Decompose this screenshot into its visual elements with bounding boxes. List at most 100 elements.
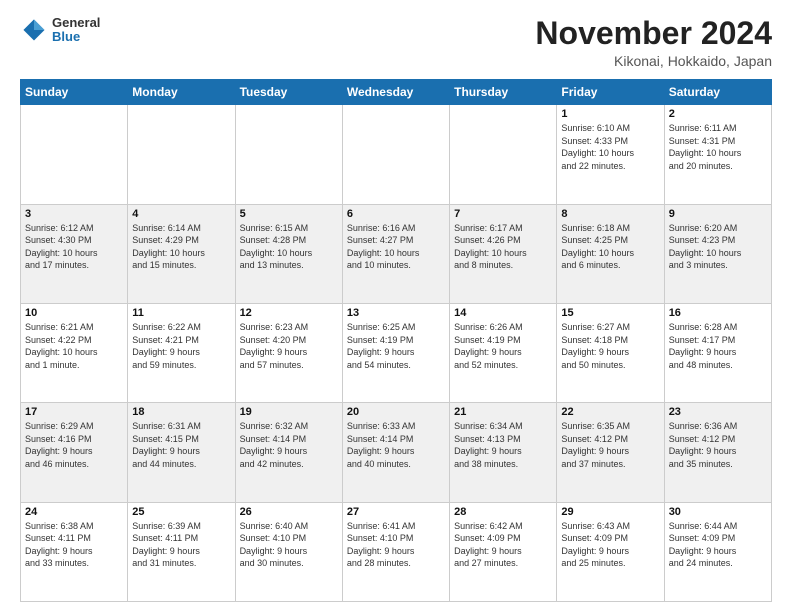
day-info: Sunrise: 6:11 AM Sunset: 4:31 PM Dayligh…: [669, 122, 767, 172]
day-info: Sunrise: 6:43 AM Sunset: 4:09 PM Dayligh…: [561, 520, 659, 570]
col-tuesday: Tuesday: [235, 80, 342, 105]
col-wednesday: Wednesday: [342, 80, 449, 105]
day-info: Sunrise: 6:32 AM Sunset: 4:14 PM Dayligh…: [240, 420, 338, 470]
day-number: 25: [132, 506, 230, 518]
day-number: 28: [454, 506, 552, 518]
day-info: Sunrise: 6:34 AM Sunset: 4:13 PM Dayligh…: [454, 420, 552, 470]
logo-icon: [20, 16, 48, 44]
day-number: 24: [25, 506, 123, 518]
day-info: Sunrise: 6:18 AM Sunset: 4:25 PM Dayligh…: [561, 222, 659, 272]
day-number: 29: [561, 506, 659, 518]
day-info: Sunrise: 6:25 AM Sunset: 4:19 PM Dayligh…: [347, 321, 445, 371]
logo-blue: Blue: [52, 30, 100, 44]
calendar-cell-w5-d7: 30 Sunrise: 6:44 AM Sunset: 4:09 PM Dayli…: [664, 502, 771, 601]
day-number: 30: [669, 506, 767, 518]
day-info: Sunrise: 6:21 AM Sunset: 4:22 PM Dayligh…: [25, 321, 123, 371]
day-number: 7: [454, 208, 552, 220]
day-info: Sunrise: 6:15 AM Sunset: 4:28 PM Dayligh…: [240, 222, 338, 272]
day-number: 18: [132, 406, 230, 418]
col-saturday: Saturday: [664, 80, 771, 105]
day-info: Sunrise: 6:44 AM Sunset: 4:09 PM Dayligh…: [669, 520, 767, 570]
day-info: Sunrise: 6:17 AM Sunset: 4:26 PM Dayligh…: [454, 222, 552, 272]
day-info: Sunrise: 6:14 AM Sunset: 4:29 PM Dayligh…: [132, 222, 230, 272]
calendar-cell-w3-d5: 14 Sunrise: 6:26 AM Sunset: 4:19 PM Dayli…: [450, 303, 557, 402]
col-sunday: Sunday: [21, 80, 128, 105]
calendar-cell-w3-d4: 13Sunrise: 6:25 AM Sunset: 4:19 PM Dayli…: [342, 303, 449, 402]
calendar-cell-w3-d3: 12 Sunrise: 6:23 AM Sunset: 4:20 PM Dayli…: [235, 303, 342, 402]
day-info: Sunrise: 6:27 AM Sunset: 4:18 PM Dayligh…: [561, 321, 659, 371]
day-info: Sunrise: 6:16 AM Sunset: 4:27 PM Dayligh…: [347, 222, 445, 272]
logo: General Blue: [20, 16, 100, 45]
day-number: 11: [132, 307, 230, 319]
calendar-cell-w1-d1: [21, 105, 128, 204]
calendar-week-1: 1Sunrise: 6:10 AM Sunset: 4:33 PM Daylig…: [21, 105, 772, 204]
day-number: 9: [669, 208, 767, 220]
calendar-week-5: 24 Sunrise: 6:38 AM Sunset: 4:11 PM Dayli…: [21, 502, 772, 601]
calendar-cell-w4-d6: 22 Sunrise: 6:35 AM Sunset: 4:12 PM Dayli…: [557, 403, 664, 502]
calendar-cell-w1-d5: [450, 105, 557, 204]
month-title: November 2024: [535, 16, 772, 51]
calendar-cell-w5-d1: 24 Sunrise: 6:38 AM Sunset: 4:11 PM Dayli…: [21, 502, 128, 601]
day-number: 10: [25, 307, 123, 319]
day-number: 4: [132, 208, 230, 220]
calendar-cell-w5-d6: 29 Sunrise: 6:43 AM Sunset: 4:09 PM Dayli…: [557, 502, 664, 601]
calendar-cell-w2-d4: 6 Sunrise: 6:16 AM Sunset: 4:27 PM Daylig…: [342, 204, 449, 303]
day-number: 5: [240, 208, 338, 220]
day-number: 16: [669, 307, 767, 319]
day-number: 22: [561, 406, 659, 418]
calendar-cell-w2-d5: 7 Sunrise: 6:17 AM Sunset: 4:26 PM Daylig…: [450, 204, 557, 303]
col-thursday: Thursday: [450, 80, 557, 105]
calendar-week-4: 17Sunrise: 6:29 AM Sunset: 4:16 PM Dayli…: [21, 403, 772, 502]
calendar-cell-w1-d7: 2Sunrise: 6:11 AM Sunset: 4:31 PM Daylig…: [664, 105, 771, 204]
calendar-cell-w5-d5: 28 Sunrise: 6:42 AM Sunset: 4:09 PM Dayli…: [450, 502, 557, 601]
header: General Blue November 2024 Kikonai, Hokk…: [20, 16, 772, 69]
location: Kikonai, Hokkaido, Japan: [535, 53, 772, 69]
day-info: Sunrise: 6:40 AM Sunset: 4:10 PM Dayligh…: [240, 520, 338, 570]
day-number: 3: [25, 208, 123, 220]
day-number: 14: [454, 307, 552, 319]
calendar-cell-w2-d7: 9Sunrise: 6:20 AM Sunset: 4:23 PM Daylig…: [664, 204, 771, 303]
calendar-week-2: 3Sunrise: 6:12 AM Sunset: 4:30 PM Daylig…: [21, 204, 772, 303]
calendar-cell-w3-d6: 15 Sunrise: 6:27 AM Sunset: 4:18 PM Dayli…: [557, 303, 664, 402]
calendar-cell-w4-d3: 19 Sunrise: 6:32 AM Sunset: 4:14 PM Dayli…: [235, 403, 342, 502]
calendar-cell-w1-d4: [342, 105, 449, 204]
calendar-cell-w4-d2: 18Sunrise: 6:31 AM Sunset: 4:15 PM Dayli…: [128, 403, 235, 502]
day-number: 8: [561, 208, 659, 220]
calendar-cell-w4-d5: 21Sunrise: 6:34 AM Sunset: 4:13 PM Dayli…: [450, 403, 557, 502]
day-number: 12: [240, 307, 338, 319]
day-number: 15: [561, 307, 659, 319]
calendar-cell-w2-d3: 5 Sunrise: 6:15 AM Sunset: 4:28 PM Daylig…: [235, 204, 342, 303]
col-friday: Friday: [557, 80, 664, 105]
day-info: Sunrise: 6:41 AM Sunset: 4:10 PM Dayligh…: [347, 520, 445, 570]
col-monday: Monday: [128, 80, 235, 105]
calendar-cell-w4-d4: 20 Sunrise: 6:33 AM Sunset: 4:14 PM Dayli…: [342, 403, 449, 502]
calendar-header-row: Sunday Monday Tuesday Wednesday Thursday…: [21, 80, 772, 105]
day-info: Sunrise: 6:22 AM Sunset: 4:21 PM Dayligh…: [132, 321, 230, 371]
calendar-cell-w2-d6: 8 Sunrise: 6:18 AM Sunset: 4:25 PM Daylig…: [557, 204, 664, 303]
day-number: 6: [347, 208, 445, 220]
day-info: Sunrise: 6:35 AM Sunset: 4:12 PM Dayligh…: [561, 420, 659, 470]
day-info: Sunrise: 6:23 AM Sunset: 4:20 PM Dayligh…: [240, 321, 338, 371]
calendar-cell-w4-d7: 23Sunrise: 6:36 AM Sunset: 4:12 PM Dayli…: [664, 403, 771, 502]
day-info: Sunrise: 6:42 AM Sunset: 4:09 PM Dayligh…: [454, 520, 552, 570]
calendar-cell-w2-d1: 3Sunrise: 6:12 AM Sunset: 4:30 PM Daylig…: [21, 204, 128, 303]
day-number: 27: [347, 506, 445, 518]
calendar-cell-w3-d1: 10 Sunrise: 6:21 AM Sunset: 4:22 PM Dayli…: [21, 303, 128, 402]
calendar-cell-w1-d3: [235, 105, 342, 204]
day-number: 19: [240, 406, 338, 418]
title-block: November 2024 Kikonai, Hokkaido, Japan: [535, 16, 772, 69]
calendar-cell-w1-d6: 1Sunrise: 6:10 AM Sunset: 4:33 PM Daylig…: [557, 105, 664, 204]
day-info: Sunrise: 6:38 AM Sunset: 4:11 PM Dayligh…: [25, 520, 123, 570]
day-number: 20: [347, 406, 445, 418]
calendar-cell-w2-d2: 4 Sunrise: 6:14 AM Sunset: 4:29 PM Daylig…: [128, 204, 235, 303]
calendar-cell-w4-d1: 17Sunrise: 6:29 AM Sunset: 4:16 PM Dayli…: [21, 403, 128, 502]
day-number: 26: [240, 506, 338, 518]
day-info: Sunrise: 6:36 AM Sunset: 4:12 PM Dayligh…: [669, 420, 767, 470]
day-number: 17: [25, 406, 123, 418]
day-info: Sunrise: 6:26 AM Sunset: 4:19 PM Dayligh…: [454, 321, 552, 371]
calendar-cell-w5-d3: 26 Sunrise: 6:40 AM Sunset: 4:10 PM Dayli…: [235, 502, 342, 601]
calendar-cell-w5-d2: 25 Sunrise: 6:39 AM Sunset: 4:11 PM Dayli…: [128, 502, 235, 601]
day-info: Sunrise: 6:39 AM Sunset: 4:11 PM Dayligh…: [132, 520, 230, 570]
logo-general: General: [52, 16, 100, 30]
day-info: Sunrise: 6:33 AM Sunset: 4:14 PM Dayligh…: [347, 420, 445, 470]
